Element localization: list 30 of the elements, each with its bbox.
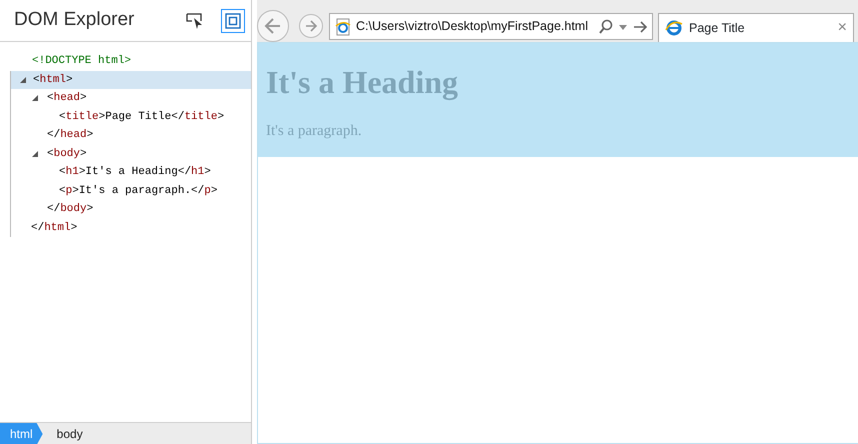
go-arrow-icon[interactable] [632, 18, 648, 34]
tab-title: Page Title [689, 20, 746, 37]
expanded-triangle-icon[interactable] [31, 94, 39, 102]
page-icon [334, 18, 352, 36]
dom-node[interactable]: <p>It's a paragraph.</p> [59, 182, 218, 199]
panel-title: DOM Explorer [14, 8, 136, 32]
expanded-triangle-icon[interactable] [31, 150, 39, 158]
dom-node[interactable]: <title>Page Title</title> [59, 108, 224, 125]
dom-node[interactable]: </body> [47, 201, 94, 218]
dom-node[interactable]: <body> [47, 146, 87, 162]
dom-node[interactable]: </html> [31, 220, 78, 236]
address-text: C:\Users\viztro\Desktop\myFirstPage.html [356, 18, 589, 36]
dom-node[interactable]: <html> [33, 72, 73, 88]
close-tab-button[interactable]: × [838, 20, 847, 36]
page-heading: It's a Heading [266, 63, 460, 102]
highlight-toggle-button[interactable] [221, 8, 245, 32]
expanded-triangle-icon[interactable] [19, 76, 27, 84]
back-button[interactable] [257, 10, 289, 42]
dom-node[interactable]: <h1>It's a Heading</h1> [59, 164, 211, 180]
forward-arrow-icon [304, 19, 318, 33]
forward-button[interactable] [299, 14, 323, 38]
dom-node[interactable]: </head> [47, 127, 94, 144]
dom-node[interactable]: <!DOCTYPE html> [32, 53, 132, 70]
dom-node[interactable]: <head> [47, 90, 87, 106]
back-arrow-icon [263, 16, 283, 36]
browser-tab[interactable]: Page Title × [658, 13, 854, 42]
address-bar[interactable]: C:\Users\viztro\Desktop\myFirstPage.html [329, 13, 653, 40]
search-icon[interactable] [598, 18, 614, 34]
page-paragraph: It's a paragraph. [266, 122, 363, 142]
browser-logo-icon [665, 19, 683, 37]
